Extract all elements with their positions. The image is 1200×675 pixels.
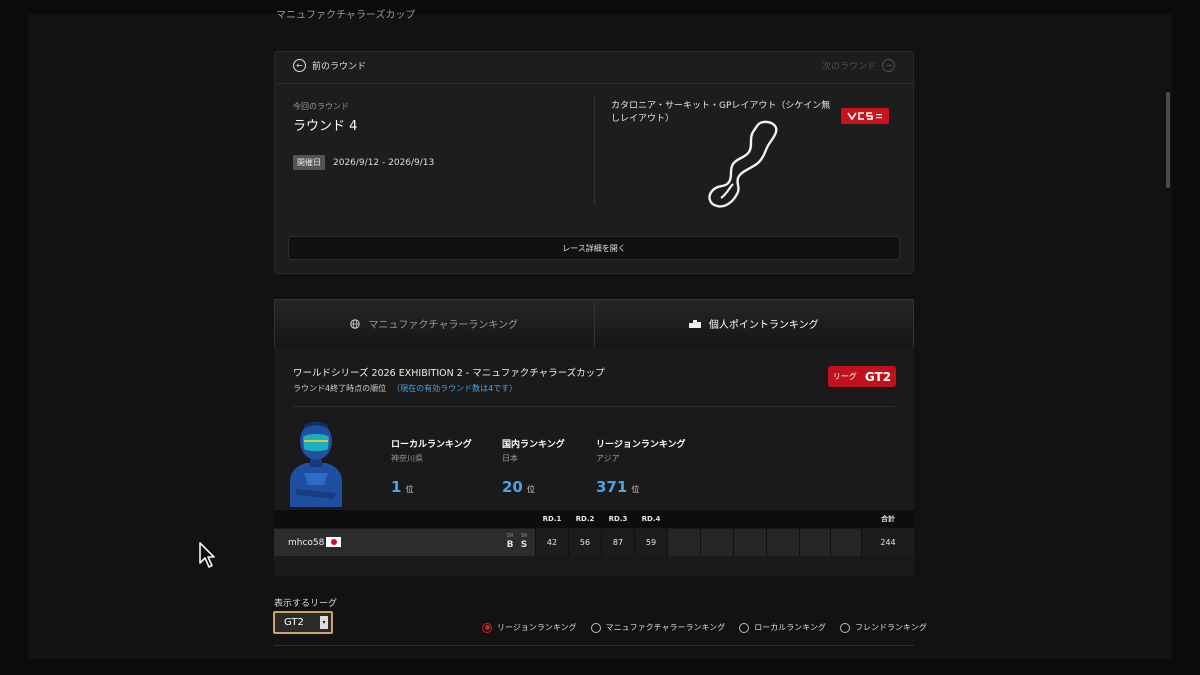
page-breadcrumb: マニュファクチャラーズカップ [276, 10, 416, 21]
table-row[interactable]: mhco58 DR B SR S 42 56 87 59 244 [274, 529, 914, 556]
region-ranking: リージョンランキング アジア 371 位 [596, 437, 686, 496]
points-table-header: RD.1 RD.2 RD.3 RD.4 合計 [274, 510, 914, 528]
rank-unit: 位 [631, 485, 640, 494]
arrow-right-icon: → [882, 59, 895, 72]
round-score: 56 [569, 529, 601, 556]
rank-area: 日本 [502, 454, 518, 463]
track-map-icon [708, 120, 778, 208]
ranking-tabs: マニュファクチャラーランキング 個人ポイントランキング [274, 299, 914, 347]
divider [293, 406, 895, 407]
round-panel: ← 前のラウンド 次のラウンド → 今回のラウンド ラウンド 4 開催日 202… [274, 51, 914, 274]
radio-unselected-icon [590, 622, 601, 633]
date-badge: 開催日 [293, 155, 325, 170]
column-header: RD.2 [575, 515, 595, 523]
current-round-title: ラウンド 4 [293, 119, 358, 134]
driver-rating: DR B [506, 533, 514, 550]
league-select-value: GT2 [284, 617, 304, 628]
empty-score-cell [701, 529, 733, 556]
radio-label: ローカルランキング [754, 623, 827, 632]
date-range: 2026/9/12 - 2026/9/13 [333, 157, 435, 168]
prev-round-label: 前のラウンド [312, 62, 367, 72]
open-race-details-button[interactable]: レース詳細を開く [288, 236, 900, 260]
next-round-label: 次のラウンド [821, 62, 876, 72]
rank-value: 20 [502, 478, 523, 496]
divider [274, 645, 914, 646]
driver-avatar [290, 422, 342, 507]
round-score: 59 [635, 529, 667, 556]
column-header-total: 合計 [881, 515, 895, 523]
radio-friend-ranking[interactable]: フレンドランキング [840, 622, 927, 633]
tab-individual-points-ranking[interactable]: 個人ポイントランキング [594, 299, 914, 347]
tab-label: マニュファクチャラーランキング [368, 320, 519, 331]
series-title: ワールドシリーズ 2026 EXHIBITION 2 - マニュファクチャラーズ… [293, 368, 605, 379]
rank-label: リージョンランキング [596, 440, 686, 450]
column-header: RD.4 [641, 515, 661, 523]
empty-score-cell [668, 529, 700, 556]
tab-manufacturer-ranking[interactable]: マニュファクチャラーランキング [274, 299, 595, 347]
local-ranking: ローカルランキング 神奈川県 1位 [391, 437, 472, 496]
podium-icon [688, 320, 701, 328]
league-badge-value: GT2 [864, 369, 892, 384]
empty-score-cell [831, 529, 861, 556]
league-badge: リーグ GT2 [828, 366, 896, 387]
mouse-cursor-icon [199, 542, 215, 568]
next-round-button[interactable]: 次のラウンド → [822, 59, 895, 72]
current-round-caption: 今回のラウンド [293, 102, 349, 111]
sportsmanship-rating: SR S [520, 533, 528, 550]
rank-value: 371 [596, 478, 628, 496]
radio-label: フレンドランキング [855, 623, 927, 632]
radio-label: マニュファクチャラーランキング [605, 623, 726, 632]
rank-area: 神奈川県 [391, 454, 423, 463]
empty-score-cell [767, 529, 799, 556]
rank-label: 国内ランキング [502, 440, 565, 450]
radio-manufacturer-ranking[interactable]: マニュファクチャラーランキング [590, 622, 726, 633]
total-score: 244 [862, 529, 914, 556]
round-score: 87 [602, 529, 634, 556]
league-select[interactable]: GT2 ▾ [273, 611, 333, 634]
round-score: 42 [536, 529, 568, 556]
arrow-left-icon: ← [293, 59, 306, 72]
scrollbar-thumb[interactable] [1166, 92, 1170, 188]
prev-round-button[interactable]: ← 前のラウンド [293, 59, 366, 72]
radio-region-ranking[interactable]: リージョンランキング [482, 622, 577, 633]
globe-icon [350, 318, 361, 329]
event-date: 開催日 2026/9/12 - 2026/9/13 [293, 155, 434, 170]
column-header: RD.3 [608, 515, 628, 523]
panel-divider [594, 96, 595, 204]
rank-area: アジア [596, 454, 620, 463]
player-cell: mhco58 DR B SR S [274, 529, 535, 556]
radio-unselected-icon [739, 622, 750, 633]
league-select-label: 表示するリーグ [274, 599, 338, 609]
rank-value: 1 [391, 478, 402, 496]
radio-unselected-icon [840, 622, 851, 633]
tab-label: 個人ポイントランキング [708, 320, 819, 331]
column-header: RD.1 [542, 515, 562, 523]
round-nav: ← 前のラウンド 次のラウンド → [275, 52, 913, 84]
series-subtitle: ラウンド4終了時点の順位 （現在の有効ラウンド数は4です） [293, 383, 517, 394]
radio-selected-icon [482, 622, 492, 633]
empty-score-cell [800, 529, 830, 556]
ranking-type-radio-group: リージョンランキング マニュファクチャラーランキング ローカルランキング フレン… [482, 622, 927, 633]
circuit-logo [841, 108, 889, 124]
empty-score-cell [734, 529, 766, 556]
subtitle-text: ラウンド4終了時点の順位 [293, 384, 387, 393]
player-name: mhco58 [288, 538, 325, 548]
japan-flag-icon [326, 537, 341, 547]
rank-unit: 位 [405, 485, 414, 494]
league-badge-label: リーグ [832, 372, 857, 381]
subtitle-note: （現在の有効ラウンド数は4です） [392, 384, 518, 393]
dropdown-arrow-icon: ▾ [320, 616, 328, 629]
radio-label: リージョンランキング [497, 623, 577, 632]
radio-local-ranking[interactable]: ローカルランキング [739, 622, 826, 633]
rank-unit: 位 [526, 485, 535, 494]
rank-label: ローカルランキング [391, 440, 472, 450]
national-ranking: 国内ランキング 日本 20 位 [502, 437, 565, 496]
